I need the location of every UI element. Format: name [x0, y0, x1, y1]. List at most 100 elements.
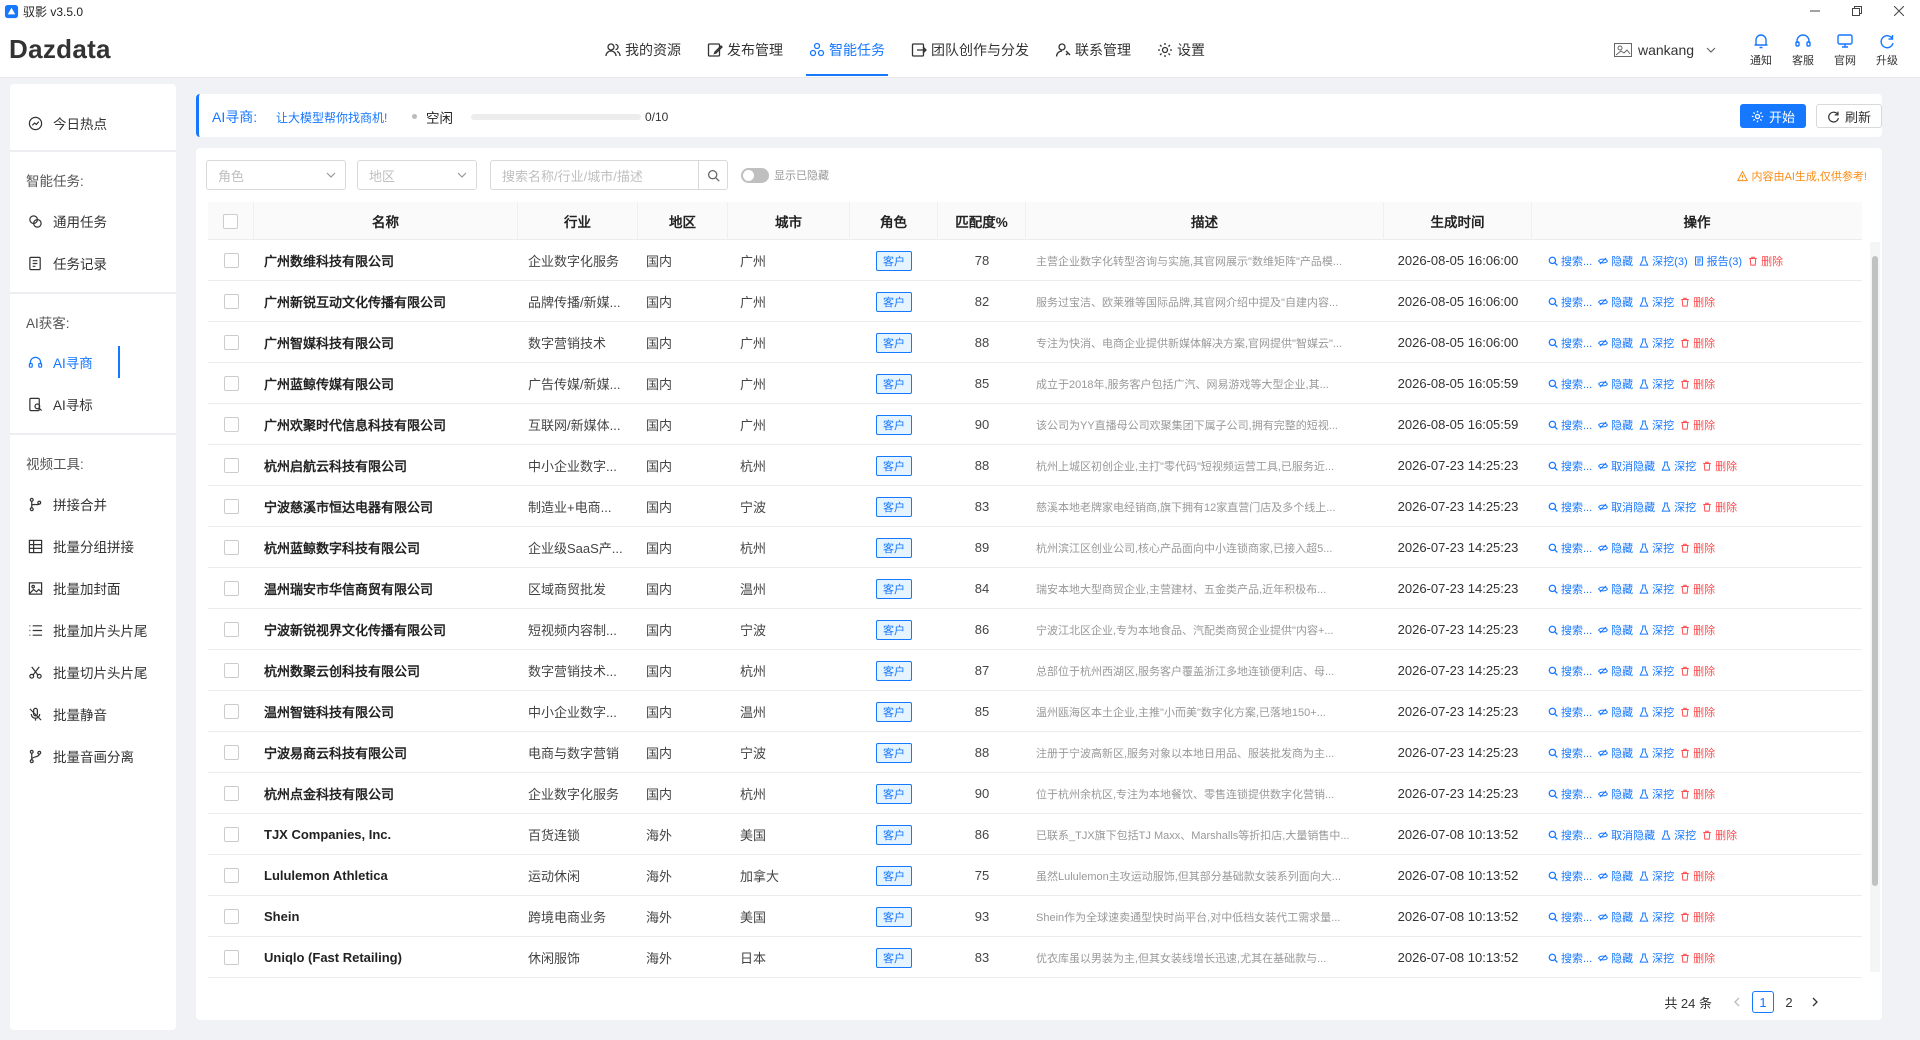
- op-hide[interactable]: 隐藏: [1598, 417, 1633, 433]
- op-dig[interactable]: 深挖: [1639, 581, 1674, 597]
- op-delete[interactable]: 删除: [1680, 622, 1715, 638]
- op-delete[interactable]: 删除: [1702, 827, 1737, 843]
- row-checkbox[interactable]: [223, 376, 239, 391]
- search-input[interactable]: 搜索名称/行业/城市/描述: [490, 160, 699, 190]
- table-row[interactable]: TJX Companies, Inc. 百货连锁 海外 美国 客户 86 已联系_TJX旗下…: [208, 814, 1862, 855]
- op-delete[interactable]: 删除: [1702, 458, 1737, 474]
- brand-logo[interactable]: Dazdata: [9, 34, 111, 65]
- row-checkbox[interactable]: [223, 581, 239, 596]
- op-search[interactable]: 搜索...: [1548, 499, 1592, 515]
- op-delete[interactable]: 删除: [1680, 950, 1715, 966]
- table-row[interactable]: 广州智媒科技有限公司 数字营销技术 国内 广州 客户 88 专注为快消、电商企业提供新媒体解…: [208, 322, 1862, 363]
- table-row[interactable]: Shein 跨境电商业务 海外 美国 客户 93 Shein作为全球速卖通型快时尚平台,对中…: [208, 896, 1862, 937]
- role-select[interactable]: 角色: [206, 160, 346, 190]
- op-delete[interactable]: 删除: [1680, 704, 1715, 720]
- website-button[interactable]: 官网: [1824, 22, 1866, 78]
- op-dig[interactable]: 深挖: [1639, 704, 1674, 720]
- table-row[interactable]: 广州欢聚时代信息科技有限公司 互联网/新媒体... 国内 广州 客户 90 该公司为YY直播…: [208, 404, 1862, 445]
- row-checkbox[interactable]: [223, 909, 239, 924]
- op-search[interactable]: 搜索...: [1548, 909, 1592, 925]
- op-delete[interactable]: 删除: [1680, 540, 1715, 556]
- sidebar-item-merge[interactable]: 拼接合并: [10, 486, 176, 522]
- close-button[interactable]: [1878, 0, 1920, 22]
- row-checkbox[interactable]: [223, 335, 239, 350]
- row-checkbox[interactable]: [223, 950, 239, 965]
- op-hide[interactable]: 隐藏: [1598, 868, 1633, 884]
- table-row[interactable]: Lululemon Athletica 运动休闲 海外 加拿大 客户 75 虽然Lulule…: [208, 855, 1862, 896]
- sidebar-item-hot[interactable]: 今日热点: [10, 105, 176, 141]
- nav-smart-tasks[interactable]: 智能任务: [800, 22, 894, 78]
- table-row[interactable]: 广州蓝鲸传媒有限公司 广告传媒/新媒... 国内 广州 客户 85 成立于2018年,服务客…: [208, 363, 1862, 404]
- op-dig[interactable]: 深挖: [1661, 827, 1696, 843]
- op-search[interactable]: 搜索...: [1548, 745, 1592, 761]
- row-checkbox[interactable]: [223, 663, 239, 678]
- row-checkbox[interactable]: [223, 417, 239, 432]
- op-search[interactable]: 搜索...: [1548, 704, 1592, 720]
- op-search[interactable]: 搜索...: [1548, 540, 1592, 556]
- op-search[interactable]: 搜索...: [1548, 868, 1592, 884]
- refresh-button[interactable]: 刷新: [1816, 104, 1882, 128]
- next-page-button[interactable]: [1804, 991, 1826, 1013]
- op-unhide[interactable]: 取消隐藏: [1598, 499, 1655, 515]
- op-dig[interactable]: 深挖: [1639, 950, 1674, 966]
- sidebar-item-ai-merchant[interactable]: AI寻商: [10, 344, 176, 380]
- op-dig[interactable]: 深挖: [1639, 335, 1674, 351]
- minimize-button[interactable]: [1794, 0, 1836, 22]
- row-checkbox[interactable]: [223, 745, 239, 760]
- row-checkbox[interactable]: [223, 294, 239, 309]
- op-dig[interactable]: 深挖: [1639, 745, 1674, 761]
- show-hidden-toggle[interactable]: [741, 168, 769, 183]
- op-search[interactable]: 搜索...: [1548, 458, 1592, 474]
- row-checkbox[interactable]: [223, 786, 239, 801]
- support-button[interactable]: 客服: [1782, 22, 1824, 78]
- op-search[interactable]: 搜索...: [1548, 827, 1592, 843]
- select-all-checkbox[interactable]: [223, 213, 238, 229]
- op-hide[interactable]: 隐藏: [1598, 909, 1633, 925]
- op-delete[interactable]: 删除: [1680, 745, 1715, 761]
- header-time[interactable]: 生成时间: [1384, 202, 1532, 240]
- search-button[interactable]: [698, 160, 728, 190]
- op-dig[interactable]: 深挖: [1639, 786, 1674, 802]
- op-delete[interactable]: 删除: [1680, 868, 1715, 884]
- prev-page-button[interactable]: [1726, 991, 1748, 1013]
- row-checkbox[interactable]: [223, 458, 239, 473]
- nav-my-resources[interactable]: 我的资源: [596, 22, 690, 78]
- table-row[interactable]: 宁波易商云科技有限公司 电商与数字营销 国内 宁波 客户 88 注册于宁波高新区,服务对象以…: [208, 732, 1862, 773]
- op-delete[interactable]: 删除: [1680, 663, 1715, 679]
- sidebar-item-add-intro-outro[interactable]: 批量加片头片尾: [10, 612, 176, 648]
- header-city[interactable]: 城市: [728, 202, 850, 240]
- sidebar-item-ai-bid[interactable]: AI寻标: [10, 386, 176, 422]
- sidebar-item-general-task[interactable]: 通用任务: [10, 203, 176, 239]
- op-delete[interactable]: 删除: [1680, 909, 1715, 925]
- op-dig[interactable]: 深挖: [1661, 499, 1696, 515]
- sidebar-item-mute[interactable]: 批量静音: [10, 696, 176, 732]
- nav-settings[interactable]: 设置: [1148, 22, 1214, 78]
- op-delete[interactable]: 删除: [1748, 253, 1783, 269]
- table-row[interactable]: Uniqlo (Fast Retailing) 休闲服饰 海外 日本 客户 83 优衣库虽以…: [208, 937, 1862, 978]
- header-match[interactable]: 匹配度%: [938, 202, 1026, 240]
- op-hide[interactable]: 隐藏: [1598, 786, 1633, 802]
- row-checkbox[interactable]: [223, 499, 239, 514]
- region-select[interactable]: 地区: [357, 160, 477, 190]
- op-search[interactable]: 搜索...: [1548, 786, 1592, 802]
- op-unhide[interactable]: 取消隐藏: [1598, 458, 1655, 474]
- op-hide[interactable]: 隐藏: [1598, 581, 1633, 597]
- row-checkbox[interactable]: [223, 827, 239, 842]
- op-dig[interactable]: 深挖: [1639, 540, 1674, 556]
- page-2-button[interactable]: 2: [1778, 991, 1800, 1013]
- sidebar-item-cover[interactable]: 批量加封面: [10, 570, 176, 606]
- header-desc[interactable]: 描述: [1026, 202, 1384, 240]
- op-dig[interactable]: 深挖: [1639, 294, 1674, 310]
- nav-team[interactable]: 团队创作与分发: [902, 22, 1038, 78]
- start-button[interactable]: 开始: [1740, 104, 1806, 128]
- table-row[interactable]: 杭州蓝鲸数字科技有限公司 企业级SaaS产... 国内 杭州 客户 89 杭州滨江区创业公司…: [208, 527, 1862, 568]
- row-checkbox[interactable]: [223, 540, 239, 555]
- op-search[interactable]: 搜索...: [1548, 581, 1592, 597]
- maximize-button[interactable]: [1836, 0, 1878, 22]
- row-checkbox[interactable]: [223, 704, 239, 719]
- row-checkbox[interactable]: [223, 868, 239, 883]
- op-hide[interactable]: 隐藏: [1598, 253, 1633, 269]
- op-dig[interactable]: 深挖: [1639, 417, 1674, 433]
- op-delete[interactable]: 删除: [1680, 417, 1715, 433]
- row-checkbox[interactable]: [223, 253, 239, 268]
